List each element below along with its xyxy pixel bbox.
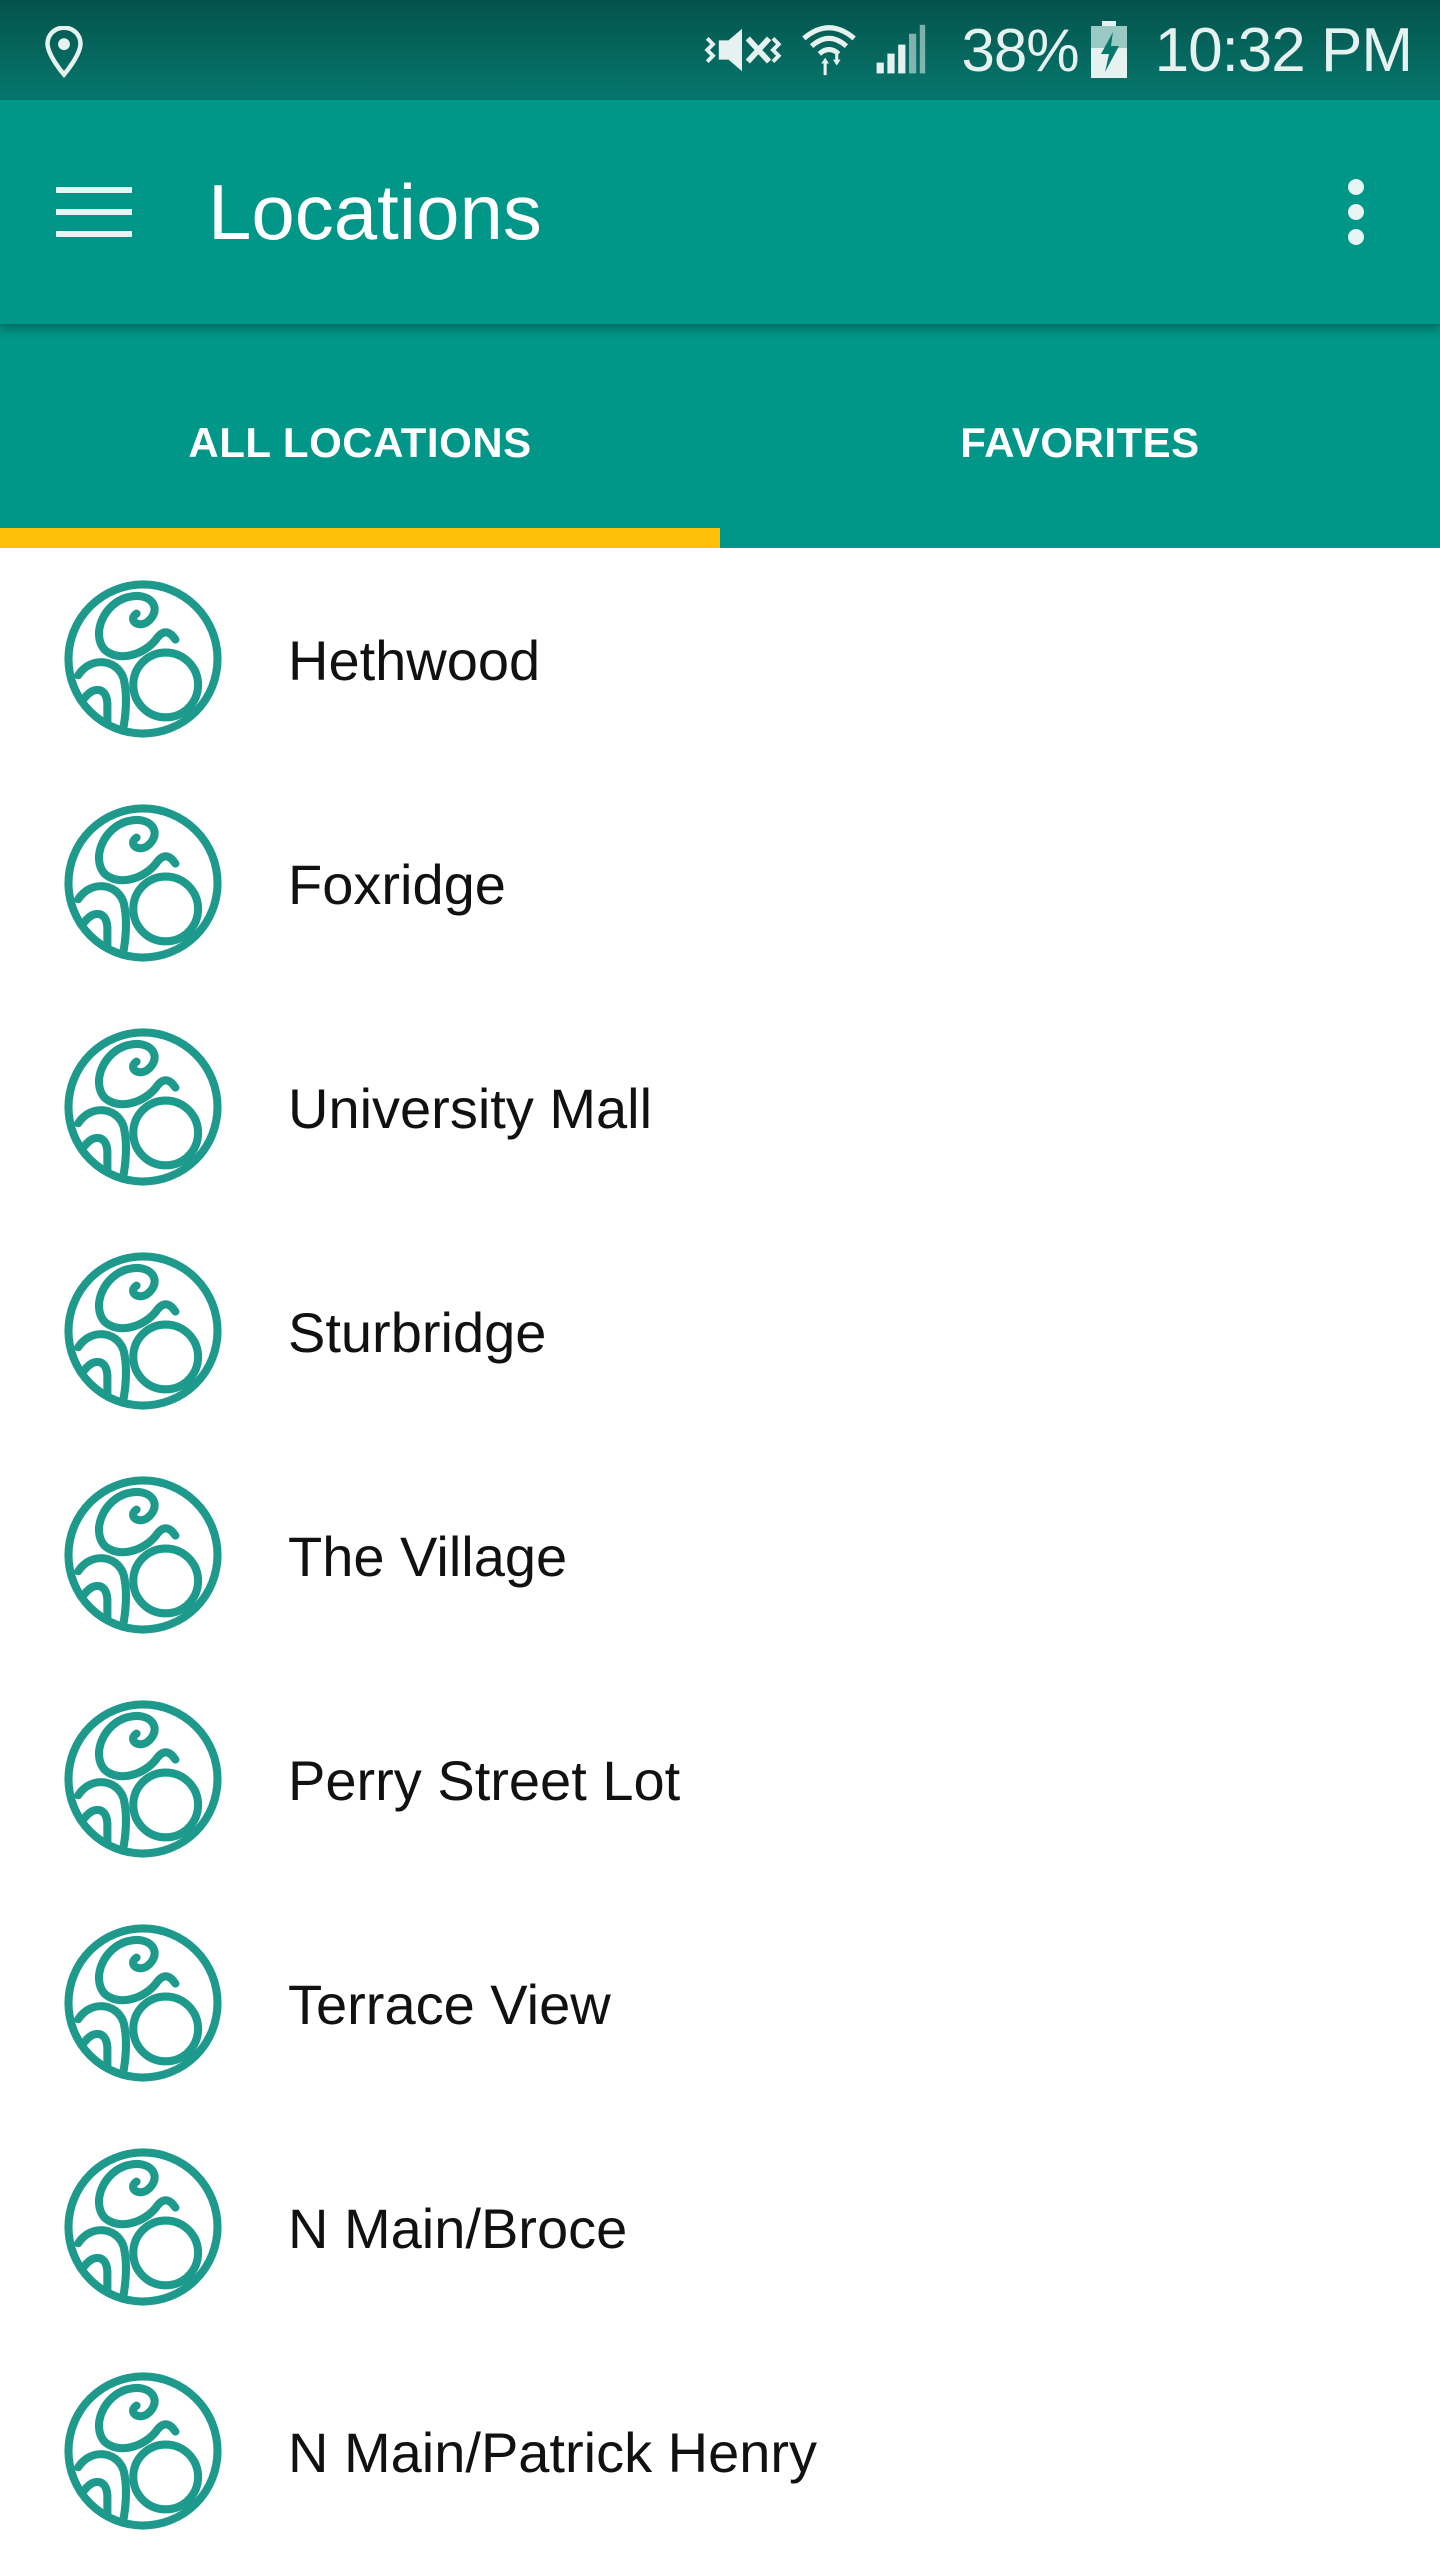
location-name: Sturbridge (288, 1300, 547, 1364)
bus-stop-logo-icon (64, 1252, 222, 1410)
wifi-icon (801, 25, 856, 76)
tab-favorites[interactable]: FAVORITES (720, 324, 1440, 548)
bus-stop-logo-icon (64, 804, 222, 962)
location-name: University Mall (288, 1076, 653, 1140)
selected-tab-indicator (0, 528, 720, 548)
more-vert-icon (1348, 179, 1364, 245)
list-item[interactable]: Terrace View (0, 1892, 1440, 2116)
tab-label: ALL LOCATIONS (188, 419, 532, 466)
bus-stop-logo-icon (64, 1924, 222, 2082)
vibrate-mute-icon (703, 28, 781, 72)
location-name: Terrace View (288, 1972, 611, 2036)
overflow-menu-button[interactable] (1308, 162, 1404, 262)
tab-label: FAVORITES (960, 419, 1200, 466)
signal-icon (876, 24, 925, 74)
status-icons: 38% 10:32 PM (702, 0, 1440, 100)
bus-stop-logo-icon (64, 2372, 222, 2530)
location-name: Hethwood (288, 628, 541, 692)
tab-bar: ALL LOCATIONS FAVORITES (0, 324, 1440, 548)
list-item[interactable]: University Mall (0, 996, 1440, 1220)
battery-percentage: 38% (961, 16, 1080, 84)
location-list: Hethwood Foxridge University Mall Sturbr… (0, 548, 1440, 2564)
hamburger-menu-icon (56, 187, 132, 237)
status-bar: 38% 10:32 PM (0, 0, 1440, 100)
list-item[interactable]: N Main/Patrick Henry (0, 2340, 1440, 2564)
tab-all-locations[interactable]: ALL LOCATIONS (0, 324, 720, 548)
bus-stop-logo-icon (64, 1028, 222, 1186)
app-bar: Locations (0, 100, 1440, 324)
status-time: 10:32 PM (1154, 15, 1413, 85)
bus-stop-logo-icon (64, 2148, 222, 2306)
bus-stop-logo-icon (64, 1476, 222, 1634)
bus-stop-logo-icon (64, 1700, 222, 1858)
bus-stop-logo-icon (64, 580, 222, 738)
list-item[interactable]: Hethwood (0, 548, 1440, 772)
location-icon (45, 26, 83, 78)
list-item[interactable]: N Main/Broce (0, 2116, 1440, 2340)
list-item[interactable]: Sturbridge (0, 1220, 1440, 1444)
location-name: Perry Street Lot (288, 1748, 681, 1812)
navigation-menu-button[interactable] (46, 174, 142, 250)
location-name: N Main/Patrick Henry (288, 2420, 818, 2484)
list-item[interactable]: The Village (0, 1444, 1440, 1668)
location-name: N Main/Broce (288, 2196, 628, 2260)
list-item[interactable]: Perry Street Lot (0, 1668, 1440, 1892)
location-name: The Village (288, 1524, 568, 1588)
battery-charging-icon (1090, 21, 1127, 78)
location-name: Foxridge (288, 852, 506, 916)
page-title: Locations (208, 168, 542, 256)
list-item[interactable]: Foxridge (0, 772, 1440, 996)
